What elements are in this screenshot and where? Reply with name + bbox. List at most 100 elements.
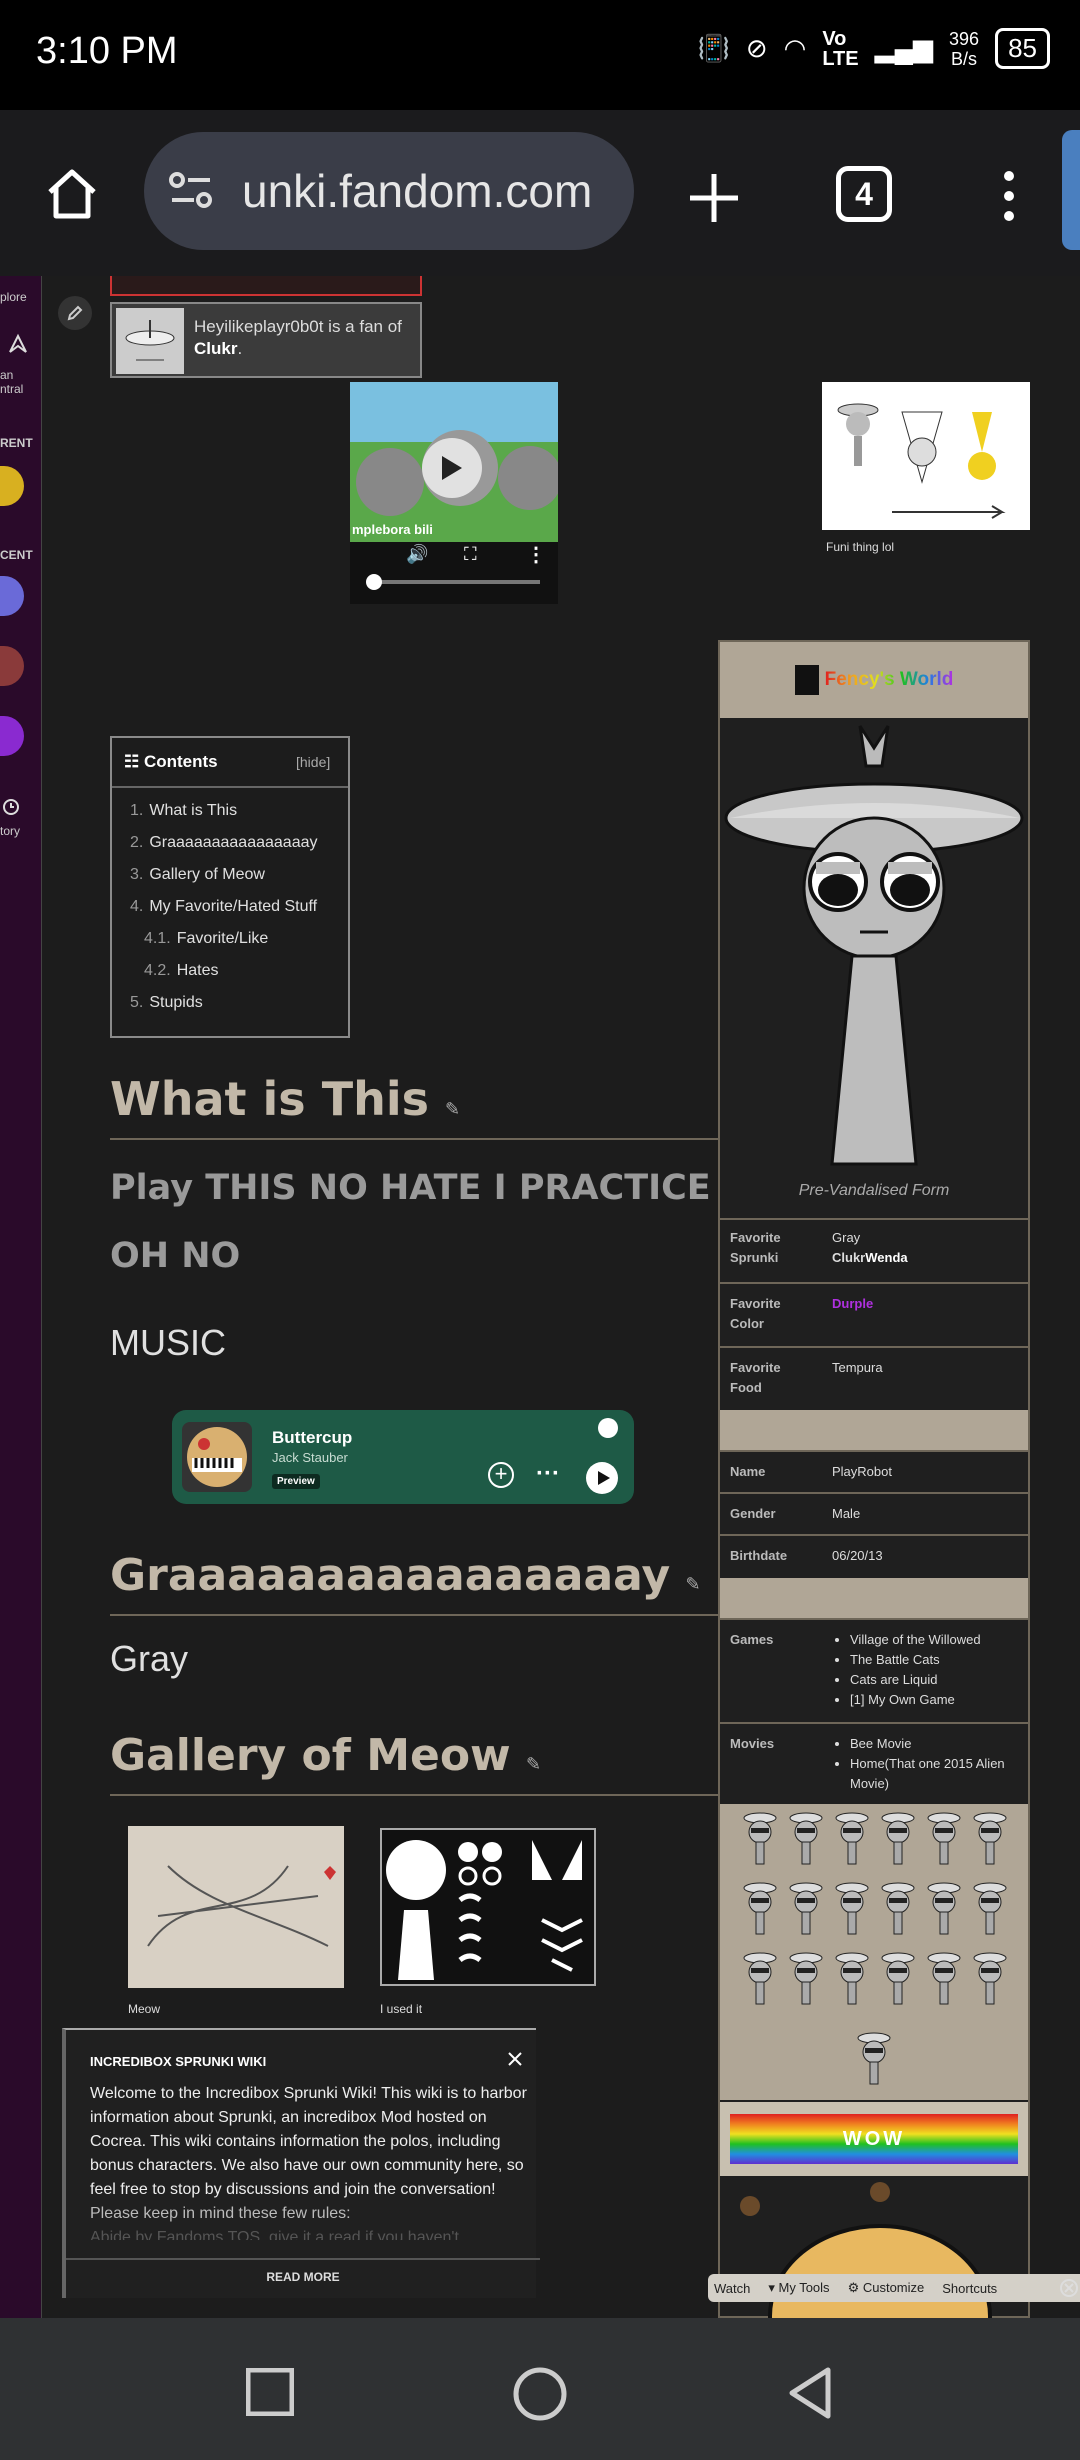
wiki-avatar-recent-3[interactable] xyxy=(0,716,24,756)
list-item: Cats are Liquid xyxy=(850,1670,981,1690)
toc-item-2[interactable]: 2. Graaaaaaaaaaaaaaaay xyxy=(130,834,318,852)
toc-label: Stupids xyxy=(149,994,203,1011)
video-progress-track[interactable] xyxy=(370,580,540,584)
video-overlay-text: mplebora bili xyxy=(352,522,433,537)
toc-list: 1. What is This 2. Graaaaaaaaaaaaaaaay 3. G… xyxy=(130,802,318,1026)
link-wenda[interactable]: Wenda xyxy=(865,1250,907,1265)
spotify-embed[interactable]: Buttercup Jack Stauber Preview + ··· xyxy=(172,1410,634,1504)
add-track-icon[interactable]: + xyxy=(488,1462,514,1488)
recents-icon[interactable] xyxy=(246,2368,294,2416)
customize-button[interactable]: ⚙ Customize xyxy=(848,2280,925,2296)
rail-label-history[interactable]: tory xyxy=(0,824,40,838)
activity-link-clukr[interactable]: Clukr xyxy=(194,339,237,358)
video-more-icon[interactable]: ⋮ xyxy=(526,542,546,567)
rail-label-central[interactable]: an ntral xyxy=(0,368,40,396)
browser-toolbar: unki.fandom.com 4 xyxy=(0,110,1080,276)
section-edit-icon[interactable]: ✎ xyxy=(526,1754,541,1775)
shortcuts-button[interactable]: Shortcuts xyxy=(942,2281,997,2296)
home-nav-icon[interactable] xyxy=(512,2366,568,2422)
toc-item-4[interactable]: 4. My Favorite/Hated Stuff xyxy=(130,898,318,916)
site-settings-icon[interactable] xyxy=(168,168,214,214)
tab-switcher-button[interactable]: 4 xyxy=(836,166,892,222)
table-of-contents: ☷ Contents [hide] 1. What is This 2. Graaa… xyxy=(110,736,350,1038)
games-list: Village of the Willowed The Battle Cats … xyxy=(850,1630,981,1710)
url-bar[interactable]: unki.fandom.com xyxy=(144,132,634,250)
notice-faded-rule: Abide by Fandoms TOS, give it a read if … xyxy=(90,2229,459,2240)
infobox-character-image[interactable] xyxy=(720,718,1028,1168)
my-tools-button[interactable]: ▾ My Tools xyxy=(768,2280,829,2296)
wiki-avatar-recent-2[interactable] xyxy=(0,646,24,686)
toc-item-4-2[interactable]: 4.2. Hates xyxy=(144,962,318,980)
rocket-icon[interactable] xyxy=(6,332,30,356)
activity-card[interactable]: Heyilikeplayr0b0t is a fan of Clukr. xyxy=(110,302,422,378)
infobox-key: Favorite Food xyxy=(730,1360,781,1395)
play-text: Play THIS NO HATE I PRACTICE OH NO xyxy=(110,1168,711,1276)
close-icon[interactable] xyxy=(506,2050,524,2068)
gallery-image-used[interactable] xyxy=(380,1828,596,1986)
infobox-row-gender: Gender Male xyxy=(720,1492,1028,1534)
toc-item-4-1[interactable]: 4.1. Favorite/Like xyxy=(144,930,318,948)
new-tab-icon[interactable] xyxy=(686,170,742,226)
home-icon[interactable] xyxy=(44,166,100,222)
read-more-button[interactable]: READ MORE xyxy=(66,2270,540,2284)
infobox-image-caption: Pre-Vandalised Form xyxy=(798,1182,950,1199)
funi-thumbnail[interactable] xyxy=(822,382,1030,530)
list-item: Village of the Willowed xyxy=(850,1630,981,1650)
list-item: Bee Movie xyxy=(850,1734,1020,1754)
list-item: Home(That one 2015 Alien Movie) xyxy=(850,1754,1020,1794)
fullscreen-icon[interactable]: ⛶ xyxy=(464,544,477,565)
wow-band: WOW xyxy=(720,2102,1028,2176)
video-scrubber[interactable] xyxy=(366,574,382,590)
volume-icon[interactable]: 🔊 xyxy=(406,544,428,565)
track-artist[interactable]: Jack Stauber xyxy=(272,1450,348,1465)
wiki-avatar-current[interactable] xyxy=(0,466,24,506)
toc-num: 4.1. xyxy=(144,930,171,947)
spotify-logo-icon[interactable] xyxy=(598,1418,618,1438)
wow-banner: WOW xyxy=(730,2114,1018,2164)
more-options-icon[interactable]: ··· xyxy=(536,1460,560,1488)
wifi-icon: ◠ xyxy=(783,33,807,63)
mini-figure xyxy=(927,1812,961,1865)
link-clukr[interactable]: Clukr xyxy=(832,1250,865,1265)
mini-figure xyxy=(927,1882,961,1935)
heading-text: What is This xyxy=(110,1072,429,1126)
history-icon[interactable] xyxy=(2,798,20,816)
mini-figure xyxy=(973,1812,1007,1865)
overflow-menu-icon[interactable] xyxy=(996,168,1022,224)
url-text: unki.fandom.com xyxy=(242,165,593,217)
music-label: MUSIC xyxy=(110,1322,226,1363)
list-item: [1] My Own Game xyxy=(850,1690,981,1710)
battery-icon: 85 xyxy=(995,28,1050,69)
back-icon[interactable] xyxy=(786,2366,834,2420)
infobox-sprunki-grid[interactable] xyxy=(720,1804,1028,2100)
toolbar-close-icon[interactable] xyxy=(1058,2274,1080,2302)
track-title[interactable]: Buttercup xyxy=(272,1428,352,1448)
toc-item-1[interactable]: 1. What is This xyxy=(130,802,318,820)
mini-figure xyxy=(973,1952,1007,2005)
toc-hide-link[interactable]: [hide] xyxy=(296,754,330,770)
section-edit-icon[interactable]: ✎ xyxy=(445,1099,460,1120)
edit-pencil-icon[interactable] xyxy=(58,296,92,330)
heading-rule xyxy=(110,1794,740,1796)
infobox-row-movies: Movies Bee Movie Home(That one 2015 Alie… xyxy=(720,1722,1028,1804)
my-tools-label: My Tools xyxy=(778,2280,830,2295)
toc-num: 1. xyxy=(130,802,144,819)
infobox-row-games: Games Village of the Willowed The Battle… xyxy=(720,1618,1028,1722)
toc-title: ☷ Contents xyxy=(124,752,218,772)
spotify-play-button[interactable] xyxy=(586,1462,618,1494)
wiki-avatar-recent-1[interactable] xyxy=(0,576,24,616)
play-button[interactable] xyxy=(422,438,482,498)
video-player[interactable]: mplebora bili 🔊 ⛶ ⋮ xyxy=(350,382,562,604)
section-edit-icon[interactable]: ✎ xyxy=(686,1574,701,1595)
toc-label: Graaaaaaaaaaaaaaaay xyxy=(149,834,318,851)
activity-card-prev[interactable] xyxy=(110,276,422,296)
infobox-row-fav-food: Favorite Food Tempura xyxy=(720,1346,1028,1410)
gallery-image-meow[interactable] xyxy=(128,1826,344,1988)
toc-item-3[interactable]: 3. Gallery of Meow xyxy=(130,866,318,884)
rail-label-explore[interactable]: plore xyxy=(0,290,40,304)
rail-label-current: RENT xyxy=(0,436,33,450)
watch-button[interactable]: Watch xyxy=(714,2281,750,2296)
banner-title: Fency's World xyxy=(824,669,954,690)
sprunki-grid-art xyxy=(743,1812,1007,2085)
toc-item-5[interactable]: 5. Stupids xyxy=(130,994,318,1012)
